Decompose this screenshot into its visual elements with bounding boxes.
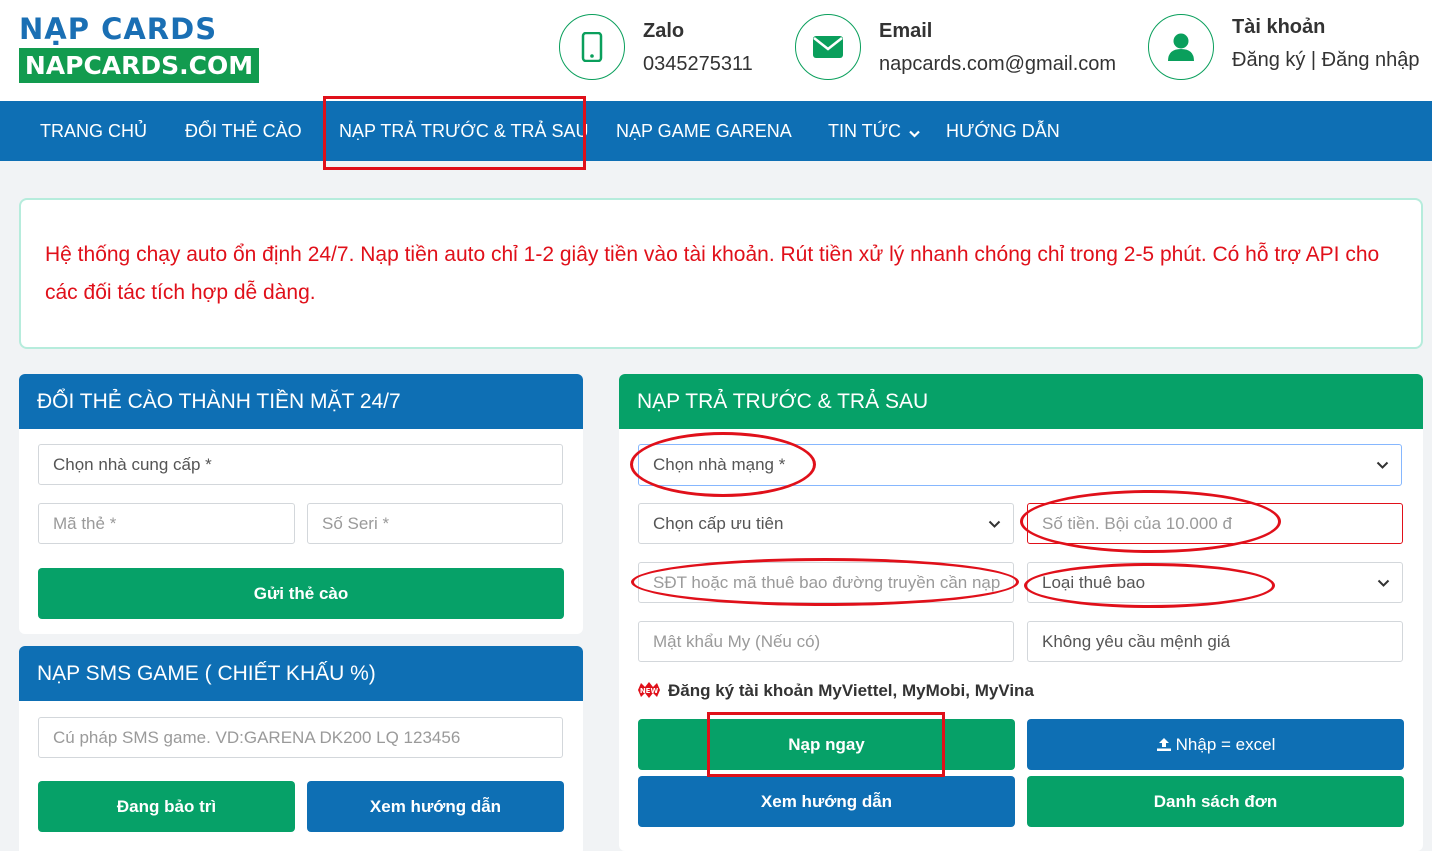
nav-guide[interactable]: HƯỚNG DẪN [946, 101, 1060, 161]
annotation-oval-subscriber [1024, 563, 1275, 608]
contact-account[interactable]: Tài khoản Đăng ký | Đăng nhập [1148, 14, 1428, 84]
sms-guide-button[interactable]: Xem hướng dẫn [307, 781, 564, 832]
priority-select[interactable]: Chọn cấp ưu tiên [638, 503, 1014, 544]
site-header: NẠP CARDS NAPCARDS.COM Zalo 0345275311 E… [0, 0, 1432, 101]
card-exchange-title: ĐỔI THẺ CÀO THÀNH TIỀN MẶT 24/7 [19, 374, 583, 429]
contact-email[interactable]: Email napcards.com@gmail.com [795, 14, 1125, 84]
submit-card-button[interactable]: Gửi thẻ cào [38, 568, 564, 619]
card-exchange-panel: ĐỔI THẺ CÀO THÀNH TIỀN MẶT 24/7 Chọn nhà… [19, 374, 583, 634]
provider-select[interactable]: Chọn nhà cung cấp * [38, 444, 563, 485]
nav-news-label: TIN TỨC [828, 121, 902, 141]
order-list-button[interactable]: Danh sách đơn [1027, 776, 1404, 827]
envelope-icon [795, 14, 861, 80]
annotation-rectangle-nav [323, 96, 586, 170]
main-nav: TRANG CHỦ ĐỔI THẺ CÀO NẠP TRẢ TRƯỚC & TR… [0, 101, 1432, 161]
chevron-down-icon [1377, 563, 1390, 602]
phone-icon [559, 14, 625, 80]
contact-zalo-title: Zalo [643, 20, 685, 42]
annotation-rectangle-submit [707, 712, 945, 777]
new-badge-icon: NEW [636, 681, 662, 699]
sms-game-panel: NẠP SMS GAME ( CHIẾT KHẤU %) Cú pháp SMS… [19, 646, 583, 851]
annotation-oval-amount [1020, 490, 1281, 553]
upload-icon [1156, 735, 1176, 754]
sms-syntax-input[interactable]: Cú pháp SMS game. VD:GARENA DK200 LQ 123… [38, 717, 563, 758]
svg-text:NEW: NEW [640, 687, 659, 695]
my-password-input[interactable]: Mật khẩu My (Nếu có) [638, 621, 1014, 662]
annotation-oval-network [630, 432, 816, 497]
login-register-links[interactable]: Đăng ký | Đăng nhập [1232, 49, 1420, 72]
nav-home[interactable]: TRANG CHỦ [40, 101, 147, 161]
notice-text: Hệ thống chạy auto ổn định 24/7. Nạp tiề… [45, 243, 1380, 304]
import-excel-button[interactable]: Nhập = excel [1027, 719, 1404, 770]
contact-email-title: Email [879, 20, 933, 42]
contact-zalo[interactable]: Zalo 0345275311 [559, 14, 779, 84]
annotation-oval-phone [631, 558, 1019, 606]
contact-zalo-value: 0345275311 [643, 53, 753, 75]
logo-top-text: NẠP CARDS [19, 12, 218, 46]
nav-garena[interactable]: NẠP GAME GARENA [616, 101, 792, 161]
nav-news[interactable]: TIN TỨC [828, 101, 920, 161]
card-serial-input[interactable]: Số Seri * [307, 503, 563, 544]
card-code-input[interactable]: Mã thẻ * [38, 503, 295, 544]
priority-select-label: Chọn cấp ưu tiên [653, 514, 784, 533]
site-logo[interactable]: NẠP CARDS NAPCARDS.COM [19, 14, 259, 84]
chevron-down-icon [1376, 445, 1389, 484]
notice-box: Hệ thống chạy auto ổn định 24/7. Nạp tiề… [19, 198, 1423, 349]
chevron-down-icon [988, 504, 1001, 543]
topup-guide-button[interactable]: Xem hướng dẫn [638, 776, 1015, 827]
topup-title: NẠP TRẢ TRƯỚC & TRẢ SAU [619, 374, 1423, 429]
register-note[interactable]: NEW Đăng ký tài khoản MyViettel, MyMobi, … [636, 681, 1034, 701]
logo-bottom-text: NAPCARDS.COM [19, 48, 259, 83]
nav-exchange-card[interactable]: ĐỔI THẺ CÀO [185, 101, 302, 161]
chevron-down-icon [909, 102, 920, 162]
denomination-field[interactable]: Không yêu cầu mệnh giá [1027, 621, 1403, 662]
import-excel-label: Nhập = excel [1175, 735, 1276, 754]
user-icon [1148, 14, 1214, 80]
register-note-text: Đăng ký tài khoản MyViettel, MyMobi, MyV… [668, 681, 1034, 700]
contact-email-value: napcards.com@gmail.com [879, 53, 1117, 75]
contact-account-title: Tài khoản [1232, 16, 1326, 38]
sms-game-title: NẠP SMS GAME ( CHIẾT KHẤU %) [19, 646, 583, 701]
maintenance-button[interactable]: Đang bảo trì [38, 781, 295, 832]
